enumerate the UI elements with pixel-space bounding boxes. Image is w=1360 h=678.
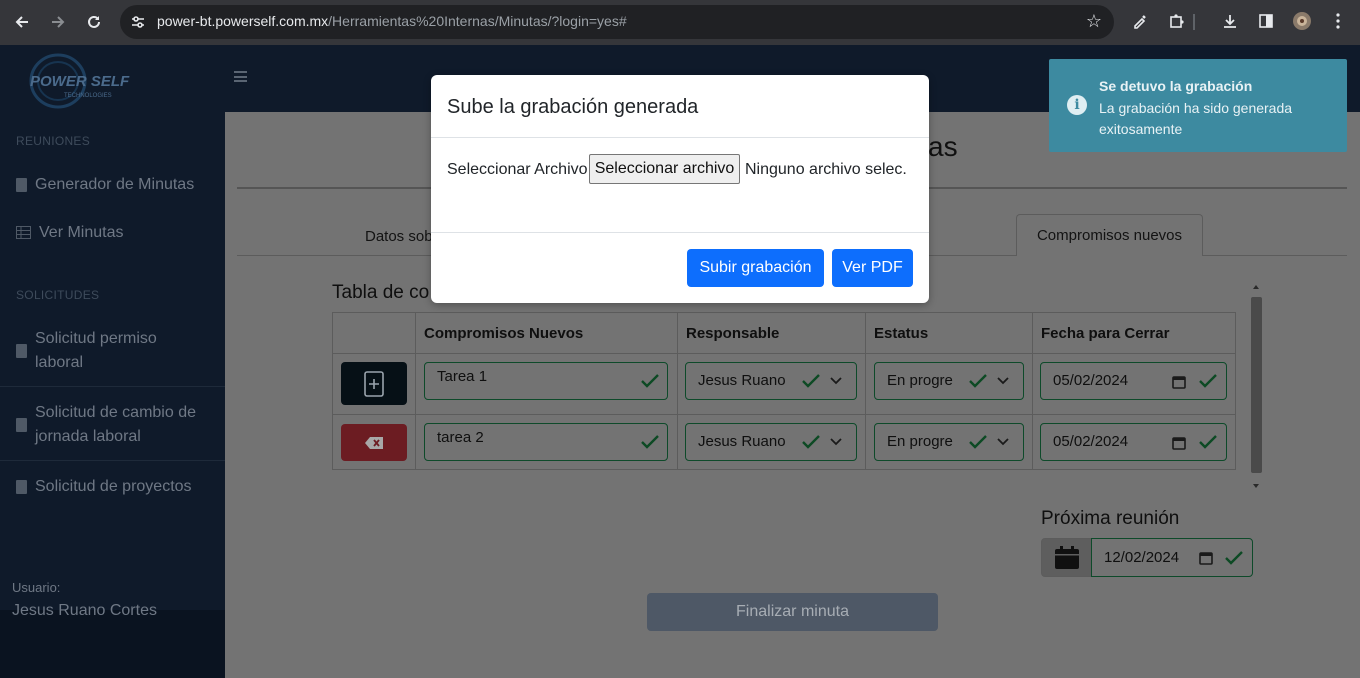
sidebar-divider: [0, 460, 225, 461]
document-icon: [16, 480, 27, 494]
no-file-selected-text: Ninguno archivo selec.: [745, 161, 907, 178]
header-responsable: Responsable: [686, 324, 780, 342]
upload-recording-button[interactable]: Subir grabación: [687, 249, 824, 287]
browser-toolbar: power-bt.powerself.com.mx/Herramientas%2…: [0, 0, 1360, 45]
calendar-icon: [1054, 545, 1079, 569]
calendar-icon[interactable]: [1172, 436, 1186, 450]
tarea-input[interactable]: Tarea 1: [424, 362, 668, 400]
profile-avatar-icon[interactable]: [1291, 10, 1313, 32]
plus-square-icon: [364, 370, 384, 397]
extensions-puzzle-icon[interactable]: [1166, 10, 1188, 32]
site-settings-icon[interactable]: [128, 12, 148, 32]
valid-check-icon: [802, 435, 820, 449]
valid-check-icon: [969, 435, 987, 449]
document-icon: [16, 178, 27, 192]
estatus-select[interactable]: En progre: [874, 423, 1024, 461]
fecha-input[interactable]: 05/02/2024: [1040, 423, 1227, 461]
back-arrow-icon[interactable]: [10, 10, 34, 34]
header-fecha: Fecha para Cerrar: [1041, 324, 1170, 342]
section-label-reuniones: REUNIONES: [16, 134, 91, 148]
forward-arrow-icon[interactable]: [46, 10, 70, 34]
header-compromisos: Compromisos Nuevos: [424, 324, 584, 342]
sidebar-item-generador[interactable]: Generador de Minutas: [16, 173, 194, 197]
info-icon: i: [1067, 95, 1087, 115]
delete-row-button[interactable]: [341, 424, 407, 461]
fecha-input[interactable]: 05/02/2024: [1040, 362, 1227, 400]
toolbar-divider: [1193, 14, 1195, 30]
valid-check-icon: [1199, 374, 1217, 388]
responsable-select[interactable]: Jesus Ruano: [685, 362, 857, 400]
user-panel: [0, 610, 225, 678]
svg-text:TECHNOLOGIES: TECHNOLOGIES: [64, 93, 112, 99]
tarea-input[interactable]: tarea 2: [424, 423, 668, 461]
header-estatus: Estatus: [874, 324, 929, 342]
calendar-addon: [1041, 538, 1092, 577]
finalizar-minuta-button[interactable]: Finalizar minuta: [647, 593, 938, 631]
modal-footer-divider: [431, 232, 929, 233]
user-name: Jesus Ruano Cortes: [12, 602, 157, 619]
scroll-up-arrow-icon[interactable]: [1253, 285, 1259, 289]
user-label: Usuario:: [12, 580, 61, 595]
next-meeting-date-input[interactable]: 12/02/2024: [1091, 538, 1253, 577]
calendar-icon[interactable]: [1172, 375, 1186, 389]
sidebar-item-permiso[interactable]: Solicitud permiso laboral: [16, 327, 157, 375]
responsable-select[interactable]: Jesus Ruano: [685, 423, 857, 461]
document-icon: [16, 418, 27, 432]
toast-title: Se detuvo la grabación: [1099, 78, 1253, 94]
valid-check-icon: [969, 374, 987, 388]
sidebar-item-proyectos[interactable]: Solicitud de proyectos: [16, 475, 192, 499]
toast-message: La grabación ha sido generada exitosamen…: [1099, 100, 1293, 137]
file-label: Seleccionar Archivo: [447, 161, 588, 178]
choose-file-button[interactable]: Seleccionar archivo: [589, 154, 740, 184]
scrollbar-thumb[interactable]: [1251, 297, 1262, 473]
modal-header-divider: [431, 137, 929, 138]
scroll-down-arrow-icon[interactable]: [1253, 484, 1259, 488]
svg-text:POWER SELF: POWER SELF: [30, 73, 130, 90]
sidebar-item-cambio-jornada[interactable]: Solicitud de cambio de jornada laboral: [16, 401, 196, 449]
bookmark-star-icon[interactable]: ☆: [1086, 11, 1102, 32]
valid-check-icon: [802, 374, 820, 388]
upload-recording-modal: Sube la grabación generada Seleccionar A…: [431, 75, 929, 303]
download-icon[interactable]: [1219, 10, 1241, 32]
table-title: Tabla de co: [332, 282, 430, 303]
backspace-icon: [365, 436, 383, 449]
sidebar-item-ver-minutas[interactable]: Ver Minutas: [16, 221, 123, 245]
table-row-line: [332, 414, 1236, 415]
powerself-logo: POWER SELF TECHNOLOGIES: [29, 53, 130, 109]
chevron-down-icon: [997, 438, 1009, 446]
add-row-button[interactable]: [341, 362, 407, 405]
hamburger-menu-icon[interactable]: [234, 71, 247, 82]
info-toast[interactable]: i Se detuvo la grabación La grabación ha…: [1049, 59, 1347, 152]
calendar-icon[interactable]: [1199, 551, 1213, 565]
chevron-down-icon: [830, 377, 842, 385]
tab-datos[interactable]: Datos sob: [365, 228, 433, 245]
chevron-down-icon: [830, 438, 842, 446]
page-title: as: [928, 131, 958, 162]
address-bar[interactable]: power-bt.powerself.com.mx/Herramientas%2…: [120, 5, 1114, 39]
eyedropper-extension-icon[interactable]: [1129, 10, 1151, 32]
valid-check-icon: [641, 435, 659, 449]
tab-compromisos-nuevos[interactable]: Compromisos nuevos: [1016, 214, 1203, 256]
table-icon: [16, 226, 31, 239]
browser-menu-icon[interactable]: [1327, 10, 1349, 32]
url-text: power-bt.powerself.com.mx/Herramientas%2…: [157, 13, 627, 29]
sidebar-divider: [0, 386, 225, 387]
reload-icon[interactable]: [82, 10, 106, 34]
side-panel-icon[interactable]: [1255, 10, 1277, 32]
valid-check-icon: [641, 374, 659, 388]
estatus-select[interactable]: En progre: [874, 362, 1024, 400]
valid-check-icon: [1225, 551, 1243, 565]
valid-check-icon: [1199, 435, 1217, 449]
next-meeting-title: Próxima reunión: [1041, 508, 1180, 529]
chevron-down-icon: [997, 377, 1009, 385]
modal-title: Sube la grabación generada: [447, 96, 699, 118]
view-pdf-button[interactable]: Ver PDF: [832, 249, 913, 287]
section-label-solicitudes: SOLICITUDES: [16, 288, 100, 302]
document-icon: [16, 344, 27, 358]
